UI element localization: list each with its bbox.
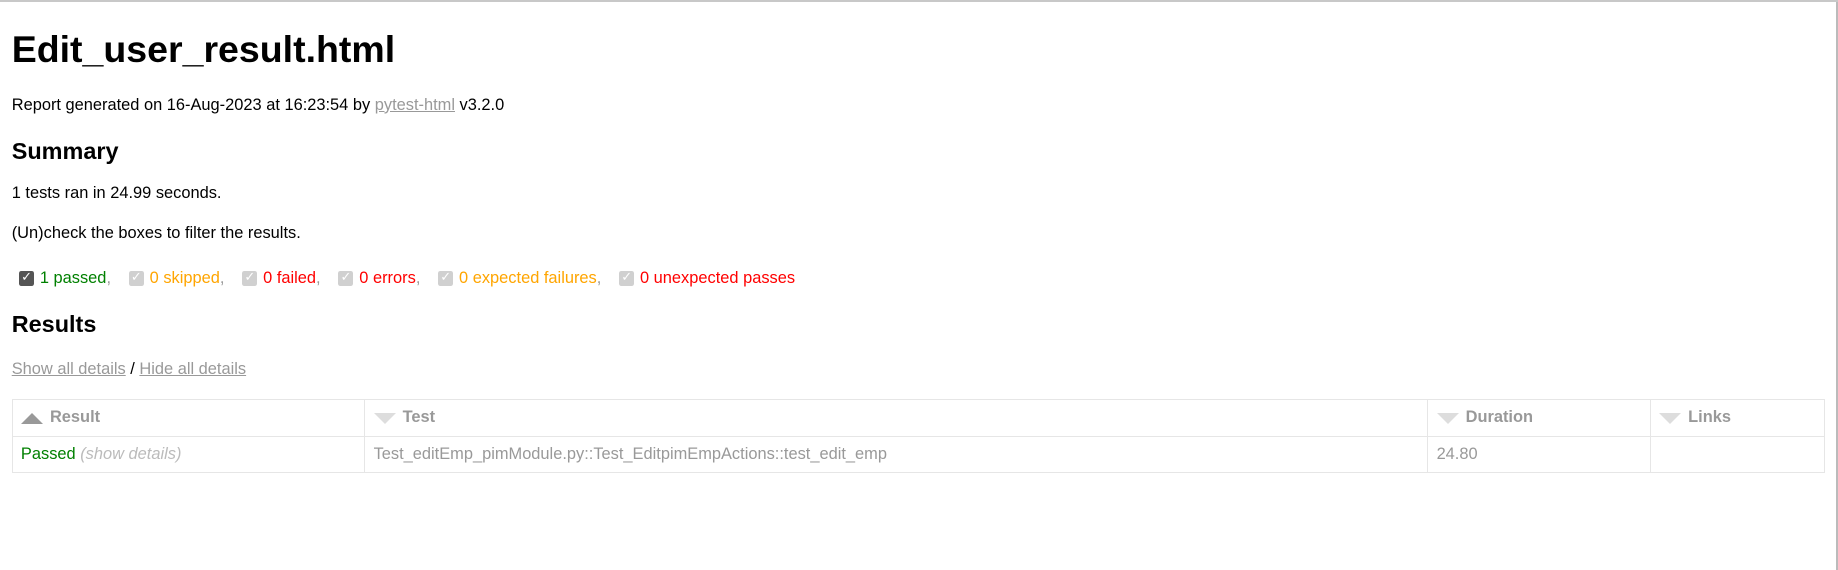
filter-checkbox[interactable] (18, 269, 34, 287)
separator: , (316, 269, 321, 288)
pytest-html-link[interactable]: pytest-html (375, 96, 455, 114)
sort-test-header[interactable]: Test (364, 399, 1429, 437)
details-toggle: Show all details / Hide all details (12, 360, 246, 379)
filter-label: 0 skipped (149, 269, 220, 288)
filter-item[interactable]: 0 unexpected passes (612, 269, 795, 288)
sort-duration-header[interactable]: Duration (1427, 399, 1651, 437)
filter-hint: (Un)check the boxes to filter the result… (11, 223, 301, 242)
tests-ran-text: 1 tests ran in 24.99 seconds. (11, 183, 222, 202)
separator: , (415, 269, 421, 288)
separator: , (596, 269, 602, 288)
filter-checkbox[interactable] (128, 269, 144, 287)
result-cell: Passed (show details) (11, 435, 366, 473)
sort-icon (1659, 412, 1682, 425)
filter-checkboxes: 1 passed,0 skipped,0 failed,0 errors,0 e… (12, 269, 806, 288)
show-all-details-link[interactable]: Show all details (12, 360, 126, 378)
summary-heading: Summary (11, 137, 119, 164)
duration-cell: 24.80 (1427, 435, 1651, 473)
separator: , (219, 269, 225, 288)
separator: , (106, 269, 111, 288)
filter-item[interactable]: 0 failed, (235, 269, 321, 288)
links-cell (1649, 435, 1826, 473)
filter-label: 0 expected failures (459, 269, 597, 288)
table-header: Result Test Duration Links (11, 399, 1826, 437)
sort-links-header[interactable]: Links (1649, 399, 1826, 437)
version-text: v3.2.0 (454, 95, 505, 114)
generated-line: Report generated on 16-Aug-2023 at 16:23… (12, 96, 505, 115)
show-details-toggle[interactable]: (show details) (80, 445, 181, 463)
generated-text: Report generated on 16-Aug-2023 at 16:23… (11, 95, 375, 114)
test-cell: Test_editEmp_pimModule.py::Test_EditpimE… (364, 435, 1429, 473)
filter-item[interactable]: 0 errors, (331, 269, 420, 288)
filter-item[interactable]: 1 passed, (12, 269, 111, 288)
filter-label: 1 passed (39, 269, 107, 288)
results-heading: Results (11, 311, 97, 338)
sort-result-header[interactable]: Result (11, 399, 366, 437)
filter-label: 0 unexpected passes (640, 269, 796, 288)
filter-label: 0 errors (359, 269, 416, 288)
filter-checkbox[interactable] (618, 269, 635, 287)
page-title: Edit_user_result.html (11, 27, 396, 70)
sort-icon (1436, 412, 1459, 425)
results-table: Result Test Duration Links Passed (show … (11, 399, 1826, 473)
report-page: Edit_user_result.html Report generated o… (0, 0, 1838, 570)
filter-label: 0 failed (263, 269, 317, 288)
filter-checkbox[interactable] (242, 269, 258, 287)
sort-icon (373, 412, 396, 425)
hide-all-details-link[interactable]: Hide all details (139, 360, 246, 378)
filter-checkbox[interactable] (437, 269, 454, 287)
table-row[interactable]: Passed (show details) Test_editEmp_pimMo… (11, 435, 1826, 473)
separator: / (125, 359, 140, 378)
filter-checkbox[interactable] (338, 269, 354, 287)
sort-asc-icon (20, 412, 43, 424)
result-status: Passed (20, 444, 76, 463)
filter-item[interactable]: 0 skipped, (122, 269, 225, 288)
filter-item[interactable]: 0 expected failures, (431, 269, 601, 288)
